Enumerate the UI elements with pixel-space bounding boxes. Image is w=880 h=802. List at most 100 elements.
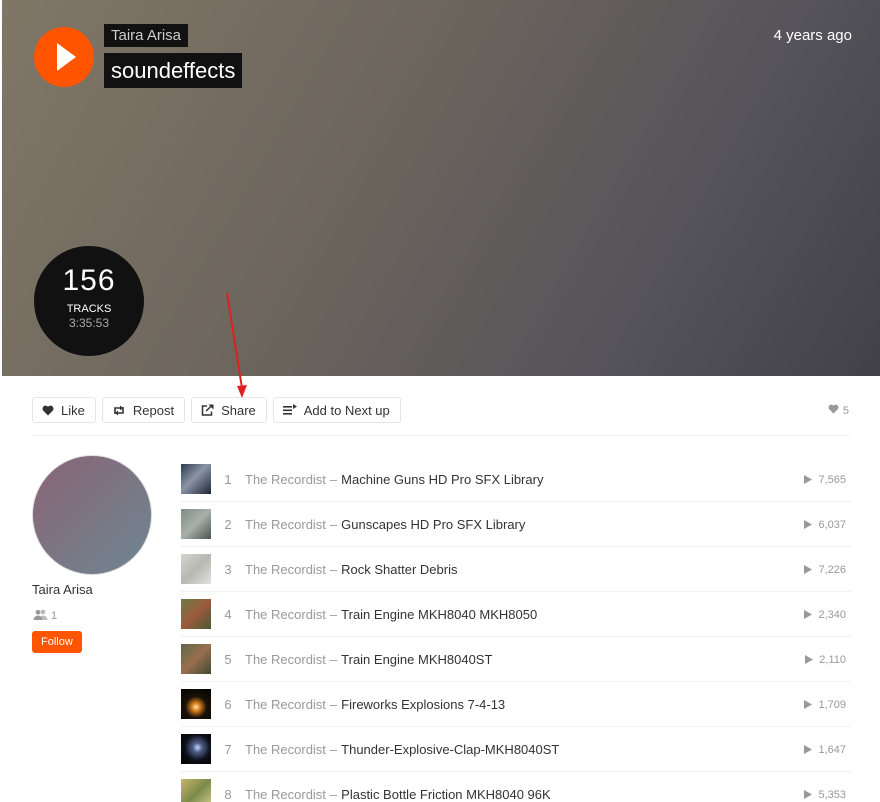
track-artist-link[interactable]: The Recordist: [245, 742, 326, 757]
track-artist-link[interactable]: The Recordist: [245, 787, 326, 802]
play-count-icon: [804, 565, 813, 574]
track-artwork[interactable]: [181, 599, 211, 629]
play-count-icon: [804, 475, 813, 484]
track-separator: –: [329, 741, 338, 757]
play-count-value: 7,226: [818, 563, 846, 576]
track-artwork[interactable]: [181, 689, 211, 719]
play-count-icon: [805, 655, 814, 664]
track-title-link[interactable]: Plastic Bottle Friction MKH8040 96K: [341, 787, 551, 802]
track-row[interactable]: 8 The Recordist – Plastic Bottle Friction M…: [181, 772, 851, 802]
track-row[interactable]: 5 The Recordist – Train Engine MKH8040ST 2,1…: [181, 637, 851, 682]
track-separator: –: [329, 606, 338, 622]
track-separator: –: [329, 696, 338, 712]
track-list: 1 The Recordist – Machine Guns HD Pro SFX L…: [181, 457, 851, 802]
track-title-link[interactable]: Train Engine MKH8040ST: [341, 652, 492, 667]
track-play-count: 7,565: [804, 457, 846, 502]
track-count-number: 156: [62, 264, 116, 297]
followers-count: 1: [51, 610, 58, 622]
follow-button[interactable]: Follow: [32, 631, 82, 653]
user-avatar[interactable]: [32, 455, 152, 575]
track-artwork[interactable]: [181, 509, 211, 539]
play-count-value: 5,353: [818, 788, 846, 801]
track-number: 7: [224, 741, 232, 757]
playlist-hero-banner: Taira Arisa soundeffects 4 years ago 156…: [2, 0, 880, 376]
playlist-artist-link[interactable]: Taira Arisa: [104, 24, 189, 47]
track-artist-link[interactable]: The Recordist: [245, 562, 326, 577]
play-count-icon: [804, 700, 813, 709]
playlist-duration: 3:35:53: [68, 316, 110, 330]
play-button[interactable]: [34, 27, 94, 87]
track-number: 5: [224, 651, 232, 667]
track-row[interactable]: 6 The Recordist – Fireworks Explosions 7-4-…: [181, 682, 851, 727]
track-play-count: 1,647: [804, 727, 846, 772]
track-title-link[interactable]: Machine Guns HD Pro SFX Library: [341, 472, 543, 487]
play-count-icon: [804, 610, 813, 619]
track-row[interactable]: 2 The Recordist – Gunscapes HD Pro SFX Libr…: [181, 502, 851, 547]
track-separator: –: [329, 786, 338, 802]
play-count-value: 2,340: [818, 608, 846, 621]
track-artwork[interactable]: [181, 554, 211, 584]
track-number: 8: [224, 786, 232, 802]
track-separator: –: [329, 516, 338, 532]
play-count-value: 6,037: [818, 518, 846, 531]
track-play-count: 2,110: [805, 637, 846, 682]
track-artist-link[interactable]: The Recordist: [245, 697, 326, 712]
track-title-link[interactable]: Thunder-Explosive-Clap-MKH8040ST: [341, 742, 559, 757]
play-count-value: 1,709: [818, 698, 846, 711]
track-number: 1: [224, 471, 232, 487]
play-count-value: 2,110: [819, 653, 846, 666]
user-name-link[interactable]: Taira Arisa: [32, 582, 93, 597]
track-row[interactable]: 7 The Recordist – Thunder-Explosive-Clap-MK…: [181, 727, 851, 772]
track-artist-link[interactable]: The Recordist: [245, 472, 326, 487]
queue-icon: [282, 404, 297, 416]
playlist-title: soundeffects: [104, 53, 243, 88]
track-title-link[interactable]: Gunscapes HD Pro SFX Library: [341, 517, 525, 532]
track-number: 6: [224, 696, 232, 712]
track-artwork[interactable]: [181, 779, 211, 802]
track-artist-link[interactable]: The Recordist: [245, 652, 326, 667]
heart-icon: [828, 404, 839, 417]
play-count-icon: [804, 745, 813, 754]
track-artwork[interactable]: [181, 644, 211, 674]
track-play-count: 1,709: [804, 682, 846, 727]
track-play-count: 5,353: [804, 772, 846, 802]
followers-count-link[interactable]: 1: [33, 609, 57, 623]
track-row[interactable]: 3 The Recordist – Rock Shatter Debris 7,226: [181, 547, 851, 592]
track-title-link[interactable]: Train Engine MKH8040 MKH8050: [341, 607, 537, 622]
track-row[interactable]: 4 The Recordist – Train Engine MKH8040 MKH8…: [181, 592, 851, 637]
add-to-next-up-button[interactable]: Add to Next up: [272, 397, 401, 423]
track-artwork[interactable]: [181, 464, 211, 494]
divider: [32, 435, 850, 436]
track-play-count: 7,226: [804, 547, 846, 592]
track-play-count: 2,340: [804, 592, 846, 637]
track-number: 2: [224, 516, 232, 532]
track-artist-link[interactable]: The Recordist: [245, 517, 326, 532]
play-count-icon: [804, 520, 813, 529]
play-count-value: 7,565: [818, 473, 846, 486]
play-count-icon: [804, 790, 813, 799]
repost-button[interactable]: Repost: [101, 397, 186, 423]
track-count-label: TRACKS: [66, 303, 112, 315]
likes-stat[interactable]: 5: [828, 404, 849, 417]
share-button[interactable]: Share: [191, 397, 267, 423]
track-title-link[interactable]: Fireworks Explosions 7-4-13: [341, 697, 505, 712]
heart-icon: [42, 405, 54, 416]
add-to-next-up-label: Add to Next up: [303, 402, 390, 418]
track-artwork[interactable]: [181, 734, 211, 764]
share-label: Share: [221, 402, 256, 418]
playlist-page: Taira Arisa soundeffects 4 years ago 156…: [0, 0, 880, 802]
track-row[interactable]: 1 The Recordist – Machine Guns HD Pro SFX L…: [181, 457, 851, 502]
posted-time: 4 years ago: [773, 27, 852, 44]
like-button[interactable]: Like: [32, 397, 96, 423]
repost-icon: [112, 405, 126, 416]
track-separator: –: [329, 471, 338, 487]
track-number: 3: [224, 561, 232, 577]
like-label: Like: [61, 402, 85, 418]
track-artist-link[interactable]: The Recordist: [245, 607, 326, 622]
track-title-link[interactable]: Rock Shatter Debris: [341, 562, 457, 577]
likes-count: 5: [842, 404, 849, 417]
share-icon: [201, 404, 214, 416]
action-bar: Like Repost Share Add to Next up: [32, 397, 401, 423]
track-separator: –: [329, 561, 338, 577]
track-number: 4: [224, 606, 232, 622]
